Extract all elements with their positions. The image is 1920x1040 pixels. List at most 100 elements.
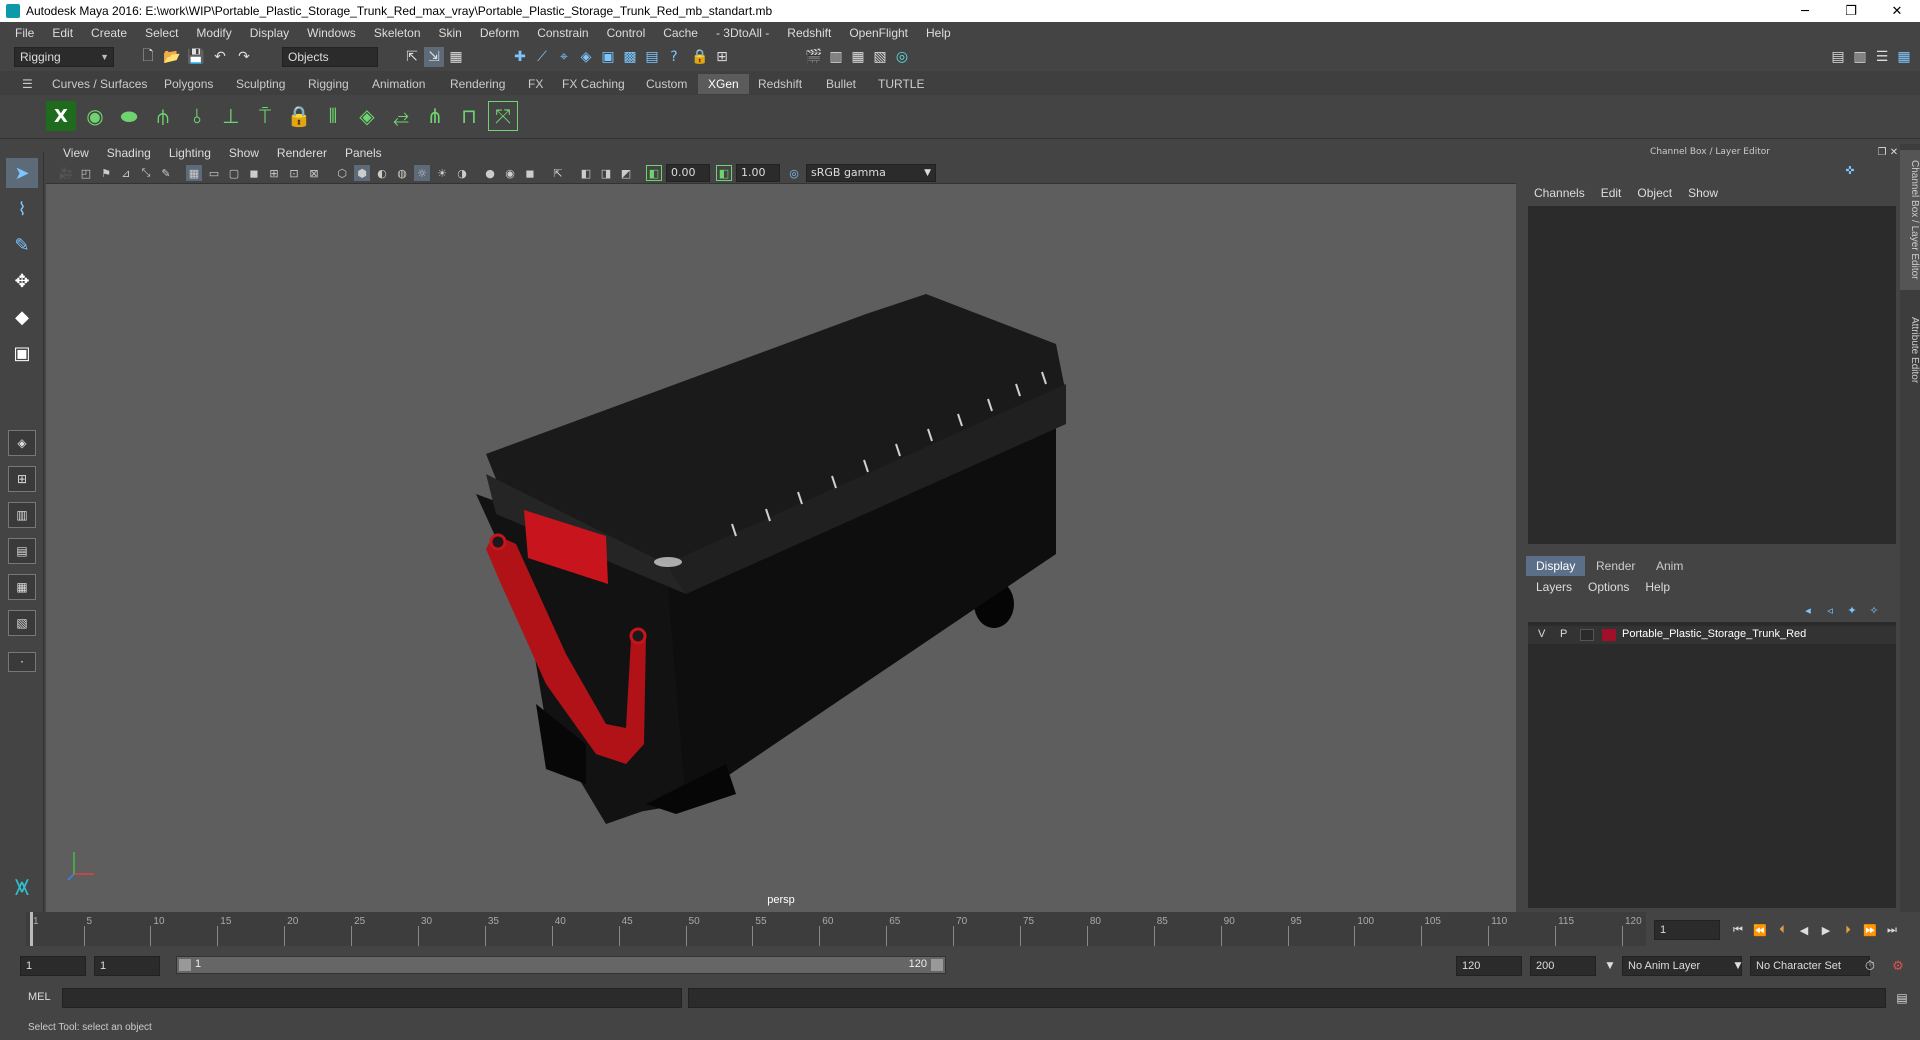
shelf-tab-custom[interactable]: Custom [636, 74, 697, 94]
modeling-toolkit-icon[interactable]: ▤ [1828, 47, 1848, 67]
redo-icon[interactable]: ↷ [234, 47, 254, 67]
hypershade-icon[interactable]: ▧ [870, 47, 890, 67]
time-slider[interactable]: 1 5 10 15 20 25 30 35 40 45 50 55 60 65 70 75 80 85 90 95 10… [0, 912, 1920, 946]
character-set-field[interactable]: No Character Set [1750, 956, 1870, 976]
shelf-tab-redshift[interactable]: Redshift [748, 74, 812, 94]
move-layer-down-icon[interactable]: ◃ [1820, 600, 1840, 620]
perspective-viewport[interactable]: persp [46, 184, 1516, 912]
color-management-icon[interactable]: ◎ [786, 165, 802, 181]
shelf-tab-polygons[interactable]: Polygons [154, 74, 223, 94]
custom-layout-icon[interactable]: · [8, 652, 36, 672]
layers-menu[interactable]: Layers [1528, 580, 1580, 594]
xgen-sculpt-icon[interactable]: ⍑ [250, 101, 280, 131]
xgen-description-icon[interactable]: ⬬ [114, 101, 144, 131]
attribute-editor-icon[interactable]: ▥ [1850, 47, 1870, 67]
layer-visibility-toggle[interactable]: V [1538, 628, 1545, 640]
snap-point-icon[interactable]: ⌖ [554, 47, 574, 67]
field-chart-icon[interactable]: ⊞ [266, 165, 282, 181]
xgen-lock-guide-icon[interactable]: 🔒 [284, 101, 314, 131]
layer-options-menu[interactable]: Options [1580, 580, 1637, 594]
new-layer-icon[interactable]: ✦ [1842, 600, 1862, 620]
xgen-groom-icon[interactable]: ⫴ [318, 101, 348, 131]
step-back-frame-icon[interactable]: ⏪ [1750, 920, 1770, 940]
menu-file[interactable]: File [6, 26, 43, 40]
menu-windows[interactable]: Windows [298, 26, 365, 40]
scene-end-field[interactable]: 200 [1530, 956, 1596, 976]
image-plane-icon[interactable]: ⊿ [118, 165, 134, 181]
viewport-menu-lighting[interactable]: Lighting [160, 146, 220, 160]
play-backward-icon[interactable]: ◀ [1794, 920, 1814, 940]
menu-deform[interactable]: Deform [471, 26, 528, 40]
xgen-cut-icon[interactable]: ⊓ [454, 101, 484, 131]
ipr-render-icon[interactable]: ▥ [826, 47, 846, 67]
select-object-icon[interactable]: ⇲ [424, 47, 444, 67]
rotate-tool-icon[interactable]: ◆ [6, 302, 38, 332]
history-icon[interactable]: ▤ [642, 47, 662, 67]
shelf-tab-rendering[interactable]: Rendering [440, 74, 515, 94]
shelf-tab-curves-surfaces[interactable]: Curves / Surfaces [42, 74, 157, 94]
select-tool-icon[interactable]: ➤ [6, 158, 38, 188]
anim-layer-field[interactable]: No Anim Layer [1622, 956, 1742, 976]
select-component-icon[interactable]: ▦ [446, 47, 466, 67]
menu-openflight[interactable]: OpenFlight [840, 26, 917, 40]
close-button[interactable]: ✕ [1874, 0, 1920, 22]
go-to-end-icon[interactable]: ⏭ [1882, 920, 1902, 940]
lasso-tool-icon[interactable]: ⌇ [6, 194, 38, 224]
menu-redshift[interactable]: Redshift [778, 26, 840, 40]
grease-pencil-icon[interactable]: ✎ [158, 165, 174, 181]
menu-skeleton[interactable]: Skeleton [365, 26, 430, 40]
viewport-menu-renderer[interactable]: Renderer [268, 146, 336, 160]
depth-of-field-icon[interactable]: ◼ [522, 165, 538, 181]
viewport-menu-shading[interactable]: Shading [98, 146, 160, 160]
move-tool-icon[interactable]: ✥ [6, 266, 38, 296]
anim-layer-dropdown-arrow[interactable]: ▼ [1600, 956, 1620, 976]
persp-uv-layout-icon[interactable]: ▧ [8, 610, 36, 636]
shelf-tab-turtle[interactable]: TURTLE [868, 74, 934, 94]
grid-icon[interactable]: ▦ [186, 165, 202, 181]
channels-menu[interactable]: Channels [1526, 186, 1593, 200]
viewport-menu-view[interactable]: View [54, 146, 98, 160]
command-language-label[interactable]: MEL [28, 991, 51, 1003]
tool-settings-icon[interactable]: ☰ [1872, 47, 1892, 67]
move-layer-up-icon[interactable]: ◂ [1798, 600, 1818, 620]
selection-mode-dropdown[interactable]: Objects [282, 47, 378, 67]
motion-blur-icon[interactable]: ● [482, 165, 498, 181]
2d-pan-zoom-icon[interactable]: ⤡ [138, 165, 154, 181]
channel-box-axis-icon[interactable]: ✜ [1840, 160, 1860, 180]
xgen-add-guide-icon[interactable]: ⫛ [148, 101, 178, 131]
menu-modify[interactable]: Modify [187, 26, 240, 40]
xray-active-components-icon[interactable]: ◩ [618, 165, 634, 181]
range-start-handle[interactable] [179, 959, 191, 971]
shelf-menu-icon[interactable]: ☰ [18, 74, 37, 94]
script-editor-icon[interactable]: ▤ [1892, 988, 1912, 1008]
menu-set-dropdown[interactable]: Rigging ▼ [14, 47, 114, 67]
auto-key-icon[interactable]: ⏱ [1860, 956, 1880, 976]
scene-start-field[interactable]: 1 [20, 956, 86, 976]
wireframe-icon[interactable]: ⬡ [334, 165, 350, 181]
xgen-bend-icon[interactable]: ⥄ [386, 101, 416, 131]
preferences-icon[interactable]: ⚙ [1888, 956, 1908, 976]
side-tab-channel-box[interactable]: Channel Box / Layer Editor [1900, 150, 1920, 290]
command-input[interactable] [62, 988, 682, 1008]
view-transform-dropdown[interactable]: sRGB gamma ▼ [806, 164, 936, 182]
playback-start-field[interactable]: 1 [94, 956, 160, 976]
snap-surface-icon[interactable]: ▣ [598, 47, 618, 67]
safe-title-icon[interactable]: ⊠ [306, 165, 322, 181]
layer-type-toggle[interactable] [1580, 629, 1594, 641]
layer-tab-anim[interactable]: Anim [1646, 556, 1693, 576]
side-tab-attribute-editor[interactable]: Attribute Editor [1900, 304, 1920, 396]
viewport-menu-show[interactable]: Show [220, 146, 268, 160]
lock-icon[interactable]: 🔒 [690, 47, 710, 67]
menu-create[interactable]: Create [82, 26, 136, 40]
single-perspective-layout-icon[interactable]: ◈ [8, 430, 36, 456]
screen-space-ao-icon[interactable]: ◑ [454, 165, 470, 181]
step-forward-frame-icon[interactable]: ⏩ [1860, 920, 1880, 940]
render-frame-icon[interactable]: 🎬 [804, 47, 824, 67]
character-set-dropdown-arrow[interactable]: ▼ [1728, 956, 1748, 976]
step-forward-key-icon[interactable]: ⏵ [1838, 920, 1858, 940]
shelf-tab-bullet[interactable]: Bullet [816, 74, 866, 94]
menu-help[interactable]: Help [917, 26, 960, 40]
layer-playback-toggle[interactable]: P [1560, 628, 1567, 640]
menu-edit[interactable]: Edit [43, 26, 82, 40]
channel-box-area[interactable] [1528, 206, 1896, 544]
